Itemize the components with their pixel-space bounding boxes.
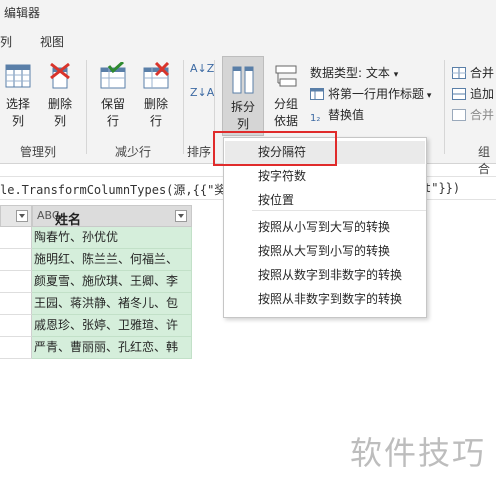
group-by-label: 分组 依据 bbox=[273, 97, 298, 128]
menu-item-by-number-of-characters[interactable]: 按字符数 bbox=[225, 165, 425, 188]
replace-icon: 1₂ bbox=[310, 113, 321, 124]
group-label-reduce-rows: 减少行 bbox=[115, 145, 152, 159]
column-filter-dropdown[interactable] bbox=[175, 210, 187, 222]
remove-columns-label: 删除 列 bbox=[47, 97, 72, 128]
menu-column[interactable]: 列 bbox=[0, 33, 12, 50]
menu-item-upper-to-lower[interactable]: 按照从大写到小写的转换 bbox=[225, 240, 425, 263]
ribbon-separator bbox=[444, 60, 445, 154]
keep-rows-button[interactable]: 保留 行 bbox=[93, 54, 133, 138]
group-label-manage-columns: 管理列 bbox=[20, 145, 57, 159]
menu-item-digit-to-non-digit[interactable]: 按照从数字到非数字的转换 bbox=[225, 264, 425, 287]
replace-values-label: 替换值 bbox=[328, 108, 365, 122]
watermark-text: 软件技巧 bbox=[350, 434, 487, 472]
menu-divider bbox=[252, 210, 426, 211]
menu-view[interactable]: 视图 bbox=[40, 33, 64, 50]
table-row[interactable]: 王园、蒋洪静、褚冬儿、包 bbox=[0, 293, 193, 315]
data-type-dropdown[interactable]: 数据类型: 文本 ▾ bbox=[310, 64, 398, 81]
window-title: 编辑器 bbox=[4, 6, 41, 20]
table-row[interactable]: 戚恩珍、张婷、卫雅瑄、许 bbox=[0, 315, 193, 337]
ribbon-separator bbox=[86, 60, 87, 154]
name-cell[interactable]: 陶春竹、孙优优 bbox=[32, 227, 192, 249]
name-cell[interactable]: 严青、曹丽丽、孔红恋、韩 bbox=[32, 337, 192, 359]
append-queries-button[interactable]: 追加 bbox=[452, 85, 494, 102]
keep-rows-label: 保留 行 bbox=[100, 97, 125, 128]
merge-files-icon bbox=[452, 109, 466, 121]
split-column-icon bbox=[232, 66, 254, 94]
chevron-down-icon: ▾ bbox=[393, 70, 399, 80]
table-row[interactable]: 颜夏雪、施欣琪、王卿、李 bbox=[0, 271, 193, 293]
watermark: 软件技巧 bbox=[346, 412, 496, 488]
table-row[interactable]: 施明红、陈兰兰、何福兰、 bbox=[0, 249, 193, 271]
menu-item-non-digit-to-digit[interactable]: 按照从非数字到数字的转换 bbox=[225, 288, 425, 311]
column-header-previous[interactable] bbox=[0, 205, 32, 227]
column-header-label: 姓名 bbox=[55, 213, 82, 228]
data-type-label: 数据类型: 文本 bbox=[310, 66, 390, 80]
group-label-combine: 组合 bbox=[478, 145, 491, 176]
menu-item-by-positions[interactable]: 按位置 bbox=[225, 189, 425, 212]
keep-rows-icon bbox=[100, 62, 126, 89]
merge-files-label: 合并 bbox=[470, 108, 495, 122]
append-icon bbox=[452, 88, 466, 100]
split-column-button[interactable]: 拆分 列 bbox=[222, 56, 264, 136]
first-row-header-button[interactable]: 将第一行用作标题 ▾ bbox=[310, 85, 431, 102]
group-by-icon bbox=[275, 65, 297, 87]
table-row[interactable]: 严青、曹丽丽、孔红恋、韩 bbox=[0, 337, 193, 359]
name-cell[interactable]: 王园、蒋洪静、褚冬儿、包 bbox=[32, 293, 192, 315]
chevron-down-icon: ▾ bbox=[424, 91, 432, 101]
column-filter-dropdown[interactable] bbox=[16, 210, 28, 222]
remove-columns-icon bbox=[50, 62, 70, 89]
remove-rows-label: 删除 行 bbox=[143, 97, 168, 128]
name-cell[interactable]: 施明红、陈兰兰、何福兰、 bbox=[32, 249, 192, 271]
table-icon bbox=[5, 64, 31, 88]
replace-values-button[interactable]: 1₂ 替换值 bbox=[310, 106, 364, 125]
first-row-header-label: 将第一行用作标题 bbox=[328, 87, 425, 101]
highlight-box bbox=[213, 131, 337, 166]
remove-rows-icon bbox=[143, 62, 170, 89]
merge-files-button[interactable]: 合并 bbox=[452, 106, 494, 123]
menu-bar: 列 视图 bbox=[0, 26, 496, 54]
name-cell[interactable]: 颜夏雪、施欣琪、王卿、李 bbox=[32, 271, 192, 293]
formula-tail: t"}}) bbox=[424, 181, 461, 195]
merge-queries-button[interactable]: 合并 bbox=[452, 64, 494, 81]
formula-text: le.TransformColumnTypes(源,{{"奖项 bbox=[0, 183, 239, 197]
sort-ascending-button[interactable]: A↓Z bbox=[190, 62, 214, 75]
group-by-button[interactable]: 分组 依据 bbox=[268, 54, 304, 138]
append-label: 追加 bbox=[470, 87, 495, 101]
table-row[interactable]: 陶春竹、孙优优 bbox=[0, 227, 193, 249]
name-cell[interactable]: 戚恩珍、张婷、卫雅瑄、许 bbox=[32, 315, 192, 337]
split-column-label: 拆分 列 bbox=[230, 100, 255, 131]
remove-rows-button[interactable]: 删除 行 bbox=[136, 54, 176, 138]
sort-descending-button[interactable]: Z↓A bbox=[190, 86, 214, 99]
table-header-icon bbox=[310, 88, 324, 100]
remove-columns-button[interactable]: 删除 列 bbox=[40, 54, 80, 138]
menu-item-lower-to-upper[interactable]: 按照从小写到大写的转换 bbox=[225, 216, 425, 239]
group-label-sort: 排序 bbox=[187, 145, 212, 159]
merge-icon bbox=[452, 67, 466, 79]
choose-columns-label: 选择 列 bbox=[5, 97, 30, 128]
ribbon-separator bbox=[183, 60, 184, 154]
title-bar: 编辑器 bbox=[0, 0, 496, 26]
choose-columns-button[interactable]: 选择 列 bbox=[0, 54, 36, 138]
merge-label: 合并 bbox=[470, 66, 495, 80]
column-header-name[interactable]: ABC 姓名 bbox=[32, 205, 192, 228]
